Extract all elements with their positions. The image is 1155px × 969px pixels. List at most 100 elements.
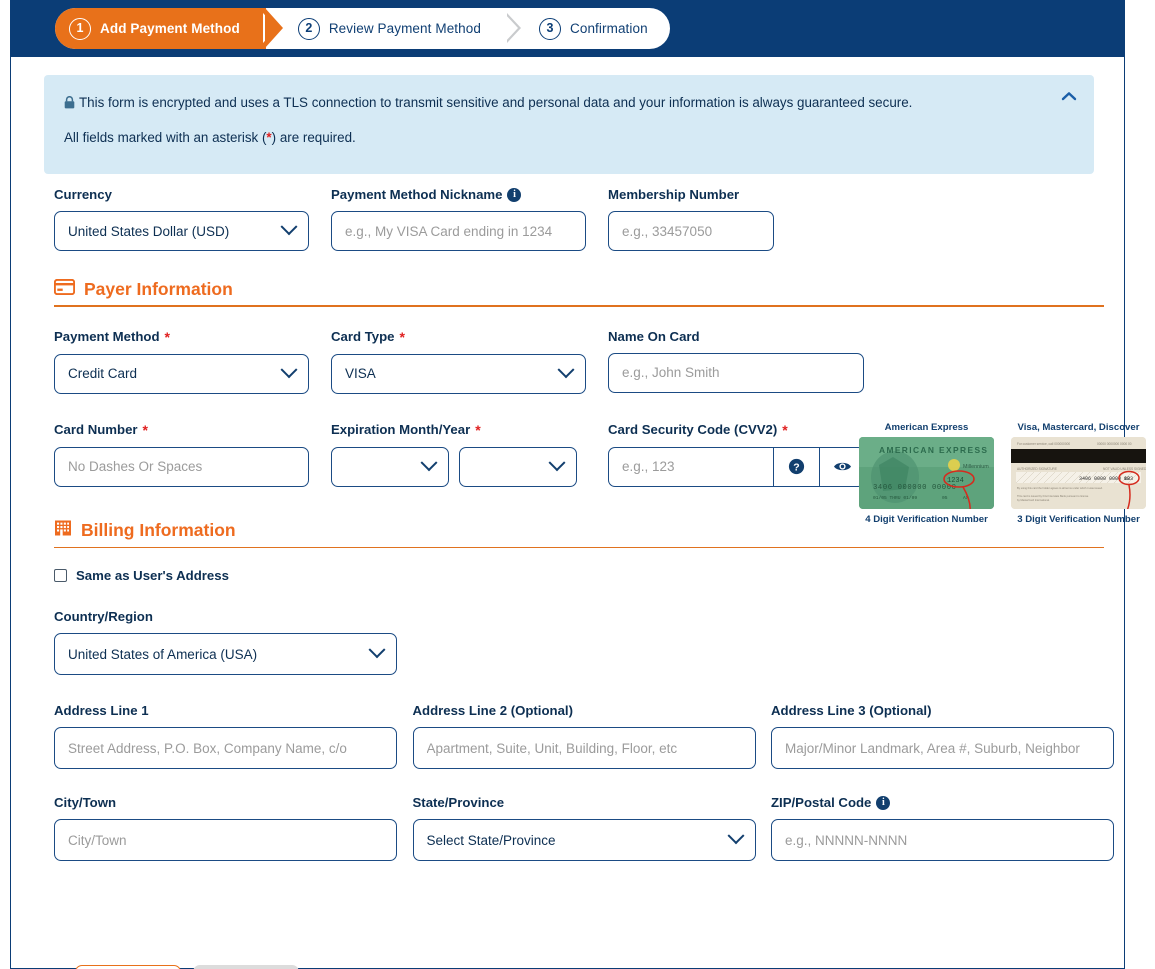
chevron-down-icon: [420, 453, 438, 471]
billing-information-title: Billing Information: [81, 519, 236, 540]
field-card-type: Card Type * VISA: [331, 329, 596, 394]
membership-number-input[interactable]: [608, 211, 774, 251]
svg-text:01/05 THRU 01/09: 01/05 THRU 01/09: [873, 495, 917, 501]
card-type-label: Card Type *: [331, 329, 596, 345]
cancel-button[interactable]: Cancel: [75, 965, 181, 969]
svg-text:By using this card the holder: By using this card the holder agrees to …: [1017, 486, 1103, 490]
cvv-input-group: ?: [608, 446, 878, 487]
name-on-card-input[interactable]: [608, 352, 864, 393]
amex-footer: 4 Digit Verification Number: [865, 513, 988, 525]
chevron-down-icon: [280, 360, 298, 378]
svg-text:05: 05: [942, 495, 948, 501]
payer-section-divider: [54, 305, 1104, 307]
address2-label-text: Address Line 2 (Optional): [412, 703, 573, 718]
payment-method-value: Credit Card: [68, 366, 138, 381]
country-label-text: Country/Region: [54, 609, 153, 624]
payment-method-select[interactable]: Credit Card: [54, 353, 309, 394]
svg-text:AMERICAN EXPRESS: AMERICAN EXPRESS: [879, 445, 988, 455]
chevron-down-icon: [727, 827, 744, 845]
field-zip-postal-code: ZIP/Postal Code i: [771, 795, 1114, 861]
svg-text:This card is issued by First I: This card is issued by First Interstate …: [1017, 494, 1089, 498]
nickname-input[interactable]: [331, 211, 586, 251]
info-icon[interactable]: i: [507, 187, 522, 202]
payment-method-label-text: Payment Method: [54, 329, 160, 344]
step-label-3: Confirmation: [569, 21, 648, 36]
currency-select[interactable]: United States Dollar (USD): [54, 211, 309, 251]
expiration-year-select[interactable]: [459, 446, 577, 487]
amex-card-example: American Express AMERICAN EXPRESS Millen…: [859, 422, 994, 525]
wizard-step-add-payment-method[interactable]: 1 Add Payment Method: [55, 8, 283, 49]
step-label-2: Review Payment Method: [328, 21, 481, 36]
banner-collapse-button[interactable]: [1056, 85, 1082, 107]
address2-label: Address Line 2 (Optional): [413, 703, 762, 718]
lock-icon: [64, 95, 75, 115]
card-type-required-asterisk: *: [399, 328, 405, 345]
payment-form: Currency United States Dollar (USD) Paym…: [53, 187, 1146, 861]
address-line-3-input[interactable]: [771, 727, 1114, 769]
zip-label: ZIP/Postal Code i: [771, 795, 1114, 810]
chevron-down-icon: [557, 360, 575, 378]
state-value: Select State/Province: [426, 832, 556, 848]
cvv-help-button[interactable]: ?: [773, 446, 819, 487]
wizard-step-review-payment-method[interactable]: 2 Review Payment Method: [286, 8, 507, 49]
chevron-up-icon: [1061, 92, 1077, 101]
step-number-1: 1: [69, 17, 91, 40]
payer-information-title: Payer Information: [84, 279, 233, 299]
currency-label-text: Currency: [54, 187, 112, 202]
city-town-input[interactable]: [54, 819, 397, 861]
card-type-value: VISA: [345, 366, 376, 381]
form-row-account: Currency United States Dollar (USD) Paym…: [54, 187, 1114, 251]
address3-label: Address Line 3 (Optional): [771, 703, 1114, 718]
zip-label-text: ZIP/Postal Code: [771, 795, 872, 810]
expiration-month-select[interactable]: [331, 446, 449, 487]
cvv-input[interactable]: [608, 446, 773, 487]
wizard-steps: 1 Add Payment Method 2 Review Payment Me…: [55, 8, 670, 49]
banner-required-text: All fields marked with an asterisk (*) a…: [64, 128, 1074, 148]
same-as-user-address-label: Same as User's Address: [76, 568, 229, 583]
expiration-required-asterisk: *: [475, 421, 481, 438]
card-number-label-text: Card Number: [54, 422, 138, 437]
svg-text:For customer service, call 000: For customer service, call 000000000: [1017, 442, 1070, 446]
chevron-down-icon: [368, 641, 386, 659]
payer-information-heading: Payer Information: [53, 278, 1114, 300]
city-label-text: City/Town: [54, 795, 117, 810]
card-number-input[interactable]: [54, 446, 309, 487]
top-navy-bar: 1 Add Payment Method 2 Review Payment Me…: [10, 0, 1125, 57]
wizard-step-confirmation[interactable]: 3 Confirmation: [527, 8, 670, 49]
address-line-1-input[interactable]: [54, 727, 397, 769]
same-as-user-address-row[interactable]: Same as User's Address: [54, 568, 1114, 583]
field-currency: Currency United States Dollar (USD): [54, 187, 319, 251]
address1-label: Address Line 1: [54, 703, 403, 718]
amex-card-image: AMERICAN EXPRESS Millennium 3406 000000 …: [859, 436, 994, 509]
svg-text:by MasterCard International.: by MasterCard International.: [1017, 498, 1050, 502]
eye-icon: [833, 462, 851, 471]
review-button[interactable]: Review: [193, 965, 299, 969]
membership-label-text: Membership Number: [608, 187, 740, 202]
state-province-select[interactable]: Select State/Province: [412, 819, 756, 861]
expiration-label-text: Expiration Month/Year: [331, 422, 471, 437]
amex-cvv-digits: 1234: [947, 477, 964, 485]
country-region-select[interactable]: United States of America (USA): [54, 633, 397, 675]
required-note-suffix: ) are required.: [271, 130, 356, 146]
currency-label: Currency: [54, 187, 319, 202]
cvv-card-examples: American Express AMERICAN EXPRESS Millen…: [859, 422, 1146, 525]
visa-card-back-image: For customer service, call 000000000 000…: [1011, 436, 1146, 509]
country-label: Country/Region: [54, 609, 399, 624]
field-state-province: State/Province Select State/Province: [412, 795, 762, 861]
same-as-user-address-checkbox[interactable]: [54, 569, 67, 582]
field-membership-number: Membership Number: [608, 187, 878, 251]
info-icon[interactable]: i: [876, 795, 891, 810]
field-expiration: Expiration Month/Year *: [331, 422, 596, 487]
chevron-down-icon: [280, 218, 298, 236]
zip-postal-code-input[interactable]: [771, 819, 1114, 861]
step-separator-2: [503, 8, 527, 49]
card-type-select[interactable]: VISA: [331, 353, 586, 394]
membership-label: Membership Number: [608, 187, 878, 202]
address-line-2-input[interactable]: [412, 727, 756, 769]
payment-method-label: Payment Method *: [54, 329, 319, 345]
nickname-label-text: Payment Method Nickname: [331, 187, 503, 202]
form-actions: Cancel Review: [75, 965, 299, 969]
card-number-required-asterisk: *: [142, 421, 148, 438]
expiration-label: Expiration Month/Year *: [331, 422, 596, 438]
svg-text:3406 000000 00000: 3406 000000 00000: [873, 484, 957, 492]
